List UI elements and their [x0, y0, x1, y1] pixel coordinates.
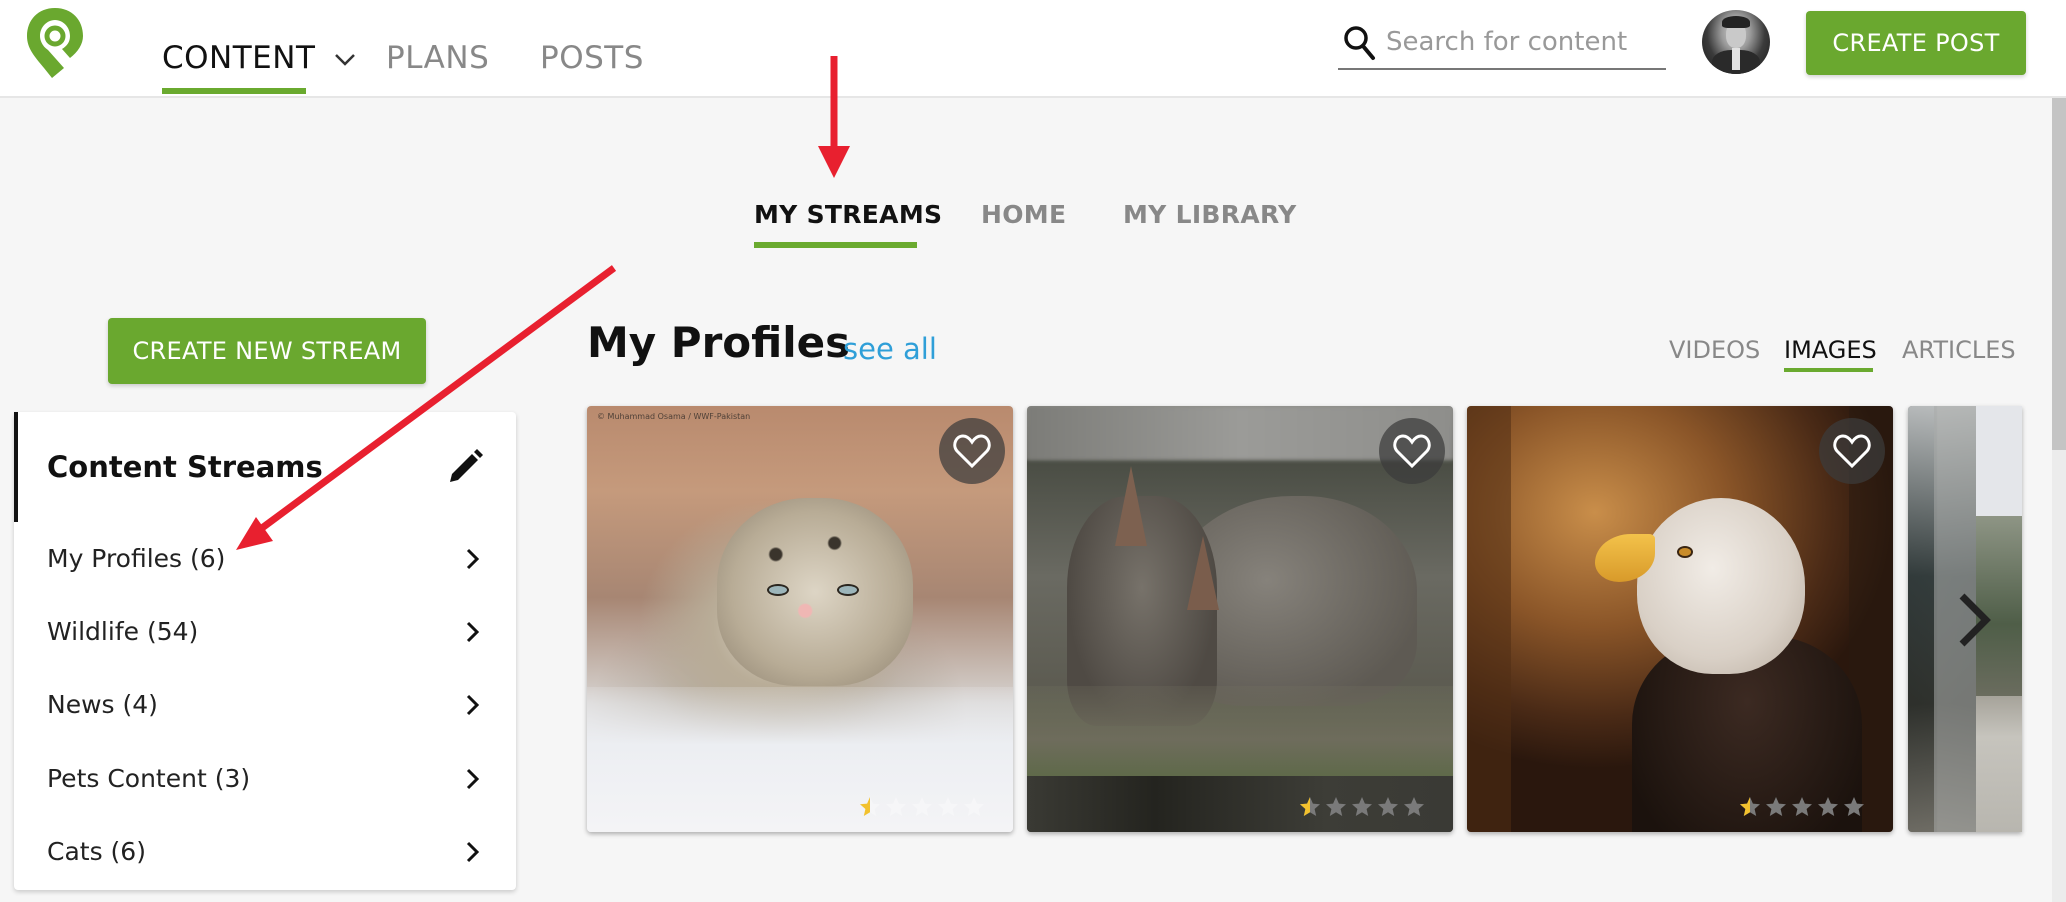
image-left-shade [1467, 406, 1511, 832]
star-icon[interactable] [1325, 796, 1347, 818]
image-eye [767, 584, 789, 596]
star-icon[interactable] [1765, 796, 1787, 818]
star-icon[interactable] [1377, 796, 1399, 818]
favorite-button[interactable] [1379, 418, 1445, 484]
star-icon[interactable] [885, 796, 907, 818]
image-rhino-horn [1115, 466, 1147, 546]
create-post-button[interactable]: CREATE POST [1806, 11, 2026, 75]
stream-item-pets-content[interactable]: Pets Content (3) [14, 742, 516, 814]
star-icon[interactable] [1403, 796, 1425, 818]
tab-my-streams[interactable]: MY STREAMS [754, 200, 942, 229]
avatar-collar [1732, 48, 1740, 70]
search-input[interactable] [1386, 22, 1656, 62]
star-rating[interactable] [859, 796, 985, 818]
content-streams-card: Content Streams My Profiles (6) Wildlife… [14, 412, 516, 890]
nav-active-indicator [162, 88, 306, 94]
nav-posts[interactable]: POSTS [540, 40, 644, 76]
see-all-link[interactable]: see all [843, 332, 937, 366]
star-icon[interactable] [911, 796, 933, 818]
image-card[interactable] [1467, 406, 1893, 832]
star-icon[interactable] [1817, 796, 1839, 818]
card-accent-bar [14, 412, 18, 522]
heart-icon [1393, 434, 1431, 469]
stream-item-cats[interactable]: Cats (6) [14, 815, 516, 887]
chevron-right-icon [466, 694, 480, 716]
chevron-right-icon [466, 621, 480, 643]
chevron-right-icon [466, 768, 480, 790]
image-card[interactable] [1027, 406, 1453, 832]
tab-home[interactable]: HOME [981, 200, 1066, 229]
nav-content[interactable]: CONTENT [162, 40, 356, 76]
image-card[interactable]: © Muhammad Osama / WWF-Pakistan [587, 406, 1013, 832]
favorite-button[interactable] [939, 418, 1005, 484]
image-water [1976, 696, 2022, 832]
stream-item-label: News (4) [47, 690, 158, 719]
star-icon[interactable] [1351, 796, 1373, 818]
search-icon [1344, 26, 1375, 60]
stream-item-label: Wildlife (54) [47, 617, 199, 646]
image-eye [1677, 546, 1693, 558]
nav-content-label: CONTENT [162, 40, 316, 76]
image-rhino-horn [1187, 536, 1219, 610]
favorite-button[interactable] [1819, 418, 1885, 484]
top-navigation-bar: CONTENT PLANS POSTS CREATE POST [0, 0, 2066, 98]
image-leopard-head [717, 498, 913, 686]
tab-my-library[interactable]: MY LIBRARY [1123, 200, 1297, 229]
heart-icon [953, 434, 991, 469]
chevron-down-icon [334, 53, 355, 66]
star-icon[interactable] [1843, 796, 1865, 818]
image-eye [837, 584, 859, 596]
star-icon[interactable] [963, 796, 985, 818]
app-logo-icon[interactable] [24, 6, 86, 80]
stream-item-news[interactable]: News (4) [14, 668, 516, 740]
type-tab-active-indicator [1784, 368, 1873, 372]
heart-icon [1833, 434, 1871, 469]
chevron-right-icon[interactable] [1954, 590, 1994, 650]
photo-credit: © Muhammad Osama / WWF-Pakistan [597, 412, 751, 421]
chevron-right-icon [466, 841, 480, 863]
search-box[interactable] [1338, 18, 1666, 70]
avatar-hair [1722, 16, 1750, 28]
star-icon[interactable] [1739, 796, 1761, 818]
create-new-stream-button[interactable]: CREATE NEW STREAM [108, 318, 426, 384]
star-icon[interactable] [859, 796, 881, 818]
star-rating[interactable] [1299, 796, 1425, 818]
image-eagle-head [1637, 498, 1805, 674]
stream-item-wildlife[interactable]: Wildlife (54) [14, 595, 516, 667]
image-grass [1027, 686, 1453, 776]
stream-item-label: Cats (6) [47, 837, 146, 866]
stream-item-label: My Profiles (6) [47, 544, 226, 573]
section-title: My Profiles [587, 318, 851, 367]
content-streams-title: Content Streams [47, 450, 323, 484]
star-icon[interactable] [937, 796, 959, 818]
chevron-right-icon [466, 548, 480, 570]
tab-videos[interactable]: VIDEOS [1669, 336, 1760, 364]
pencil-icon[interactable] [446, 448, 484, 486]
star-icon[interactable] [1299, 796, 1321, 818]
tab-images[interactable]: IMAGES [1784, 336, 1877, 364]
nav-plans[interactable]: PLANS [386, 40, 489, 76]
tab-articles[interactable]: ARTICLES [1902, 336, 2016, 364]
user-avatar[interactable] [1702, 10, 1770, 74]
star-rating[interactable] [1739, 796, 1865, 818]
star-icon[interactable] [1791, 796, 1813, 818]
page-scrollbar-thumb[interactable] [2052, 98, 2066, 450]
stream-item-label: Pets Content (3) [47, 764, 251, 793]
image-sky [1976, 406, 2022, 526]
stream-item-my-profiles[interactable]: My Profiles (6) [14, 522, 516, 594]
subtab-active-indicator [754, 242, 917, 248]
